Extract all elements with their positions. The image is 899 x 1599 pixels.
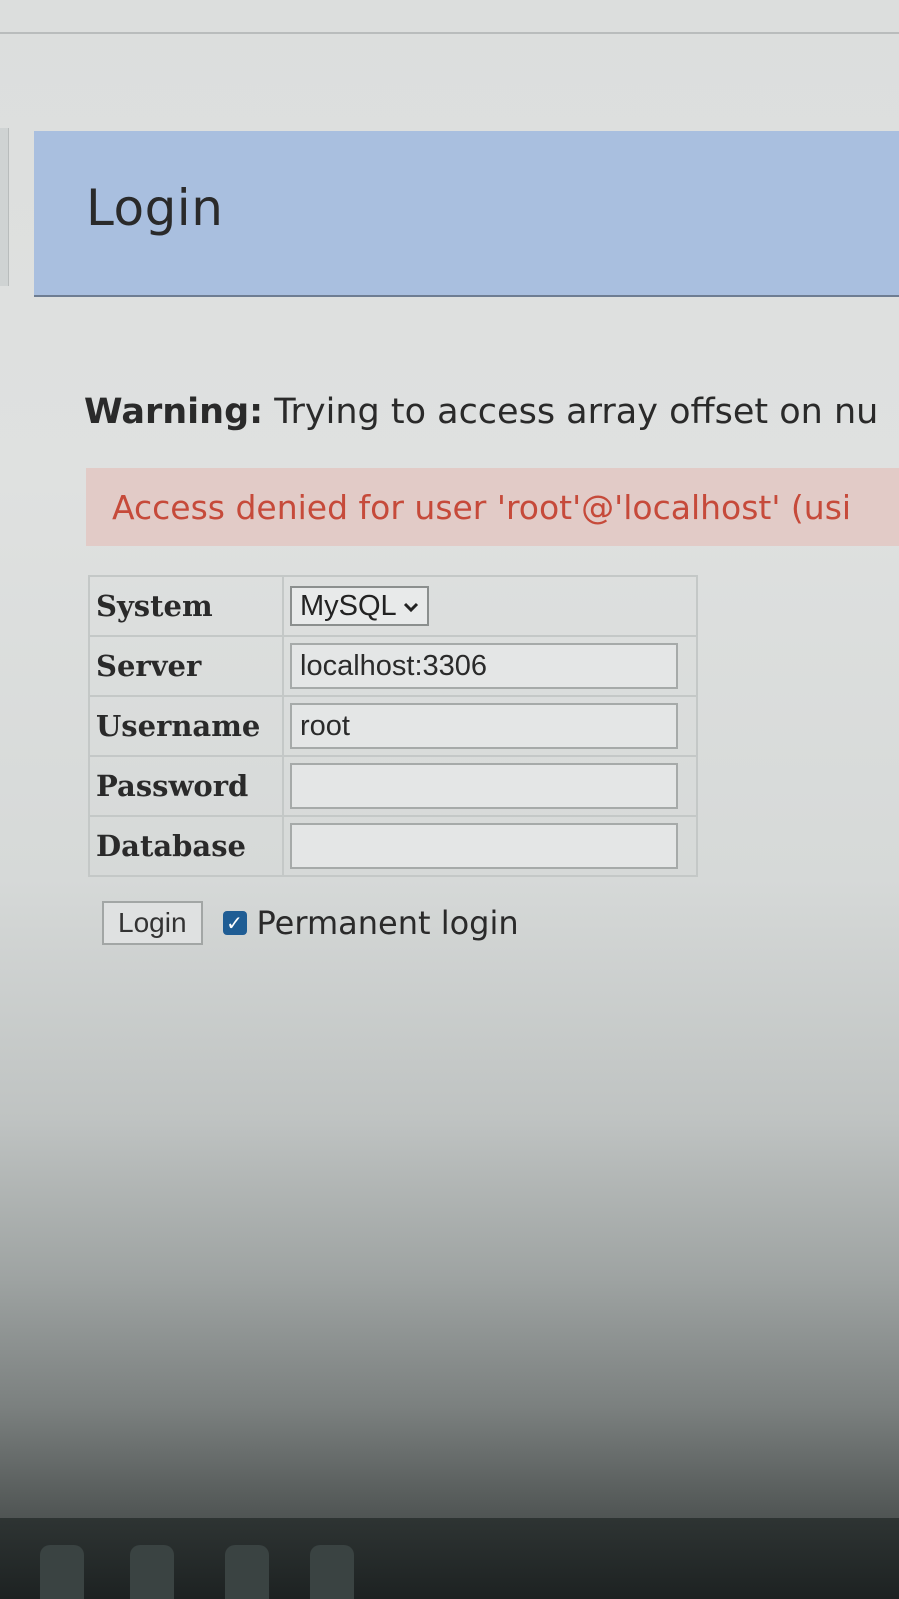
php-warning: Warning: Trying to access array offset o… [84,392,878,432]
error-message-box: Access denied for user 'root'@'localhost… [86,468,899,546]
warning-label: Warning: [84,392,264,432]
form-actions: Login ✓ Permanent login [102,901,519,945]
page-title: Login [86,179,224,237]
server-cell: localhost:3306 [282,635,698,697]
taskbar-app-icon[interactable] [310,1545,354,1599]
taskbar-app-icon[interactable] [40,1545,84,1599]
database-label: Database [88,815,284,877]
system-select[interactable]: MySQL [290,586,429,626]
left-panel-edge [0,128,9,286]
system-select-value: MySQL [300,589,397,622]
page-header: Login [34,131,899,297]
database-input[interactable] [290,823,678,869]
chevron-down-icon [403,593,419,619]
password-cell [282,755,698,817]
database-row: Database [88,815,698,877]
password-input[interactable] [290,763,678,809]
password-row: Password [88,755,698,817]
permanent-login-checkbox[interactable]: ✓ [222,911,247,935]
permanent-login-label[interactable]: Permanent login [257,904,519,942]
server-row: Server localhost:3306 [88,635,698,697]
username-input[interactable]: root [290,703,678,749]
server-input[interactable]: localhost:3306 [290,643,678,689]
login-button[interactable]: Login [102,901,203,945]
warning-message: Trying to access array offset on nu [274,392,879,432]
server-label: Server [88,635,284,697]
username-cell: root [282,695,698,757]
taskbar-app-icon[interactable] [225,1545,269,1599]
system-row: System MySQL [88,575,698,637]
checkmark-icon: ✓ [226,911,243,935]
system-cell: MySQL [282,575,698,637]
username-row: Username root [88,695,698,757]
system-label: System [88,575,284,637]
browser-top-border [0,0,899,34]
password-label: Password [88,755,284,817]
login-form-table: System MySQL Server localhost:3306 Usern… [88,575,698,877]
database-cell [282,815,698,877]
error-message: Access denied for user 'root'@'localhost… [112,488,852,527]
username-label: Username [88,695,284,757]
taskbar-app-icon[interactable] [130,1545,174,1599]
